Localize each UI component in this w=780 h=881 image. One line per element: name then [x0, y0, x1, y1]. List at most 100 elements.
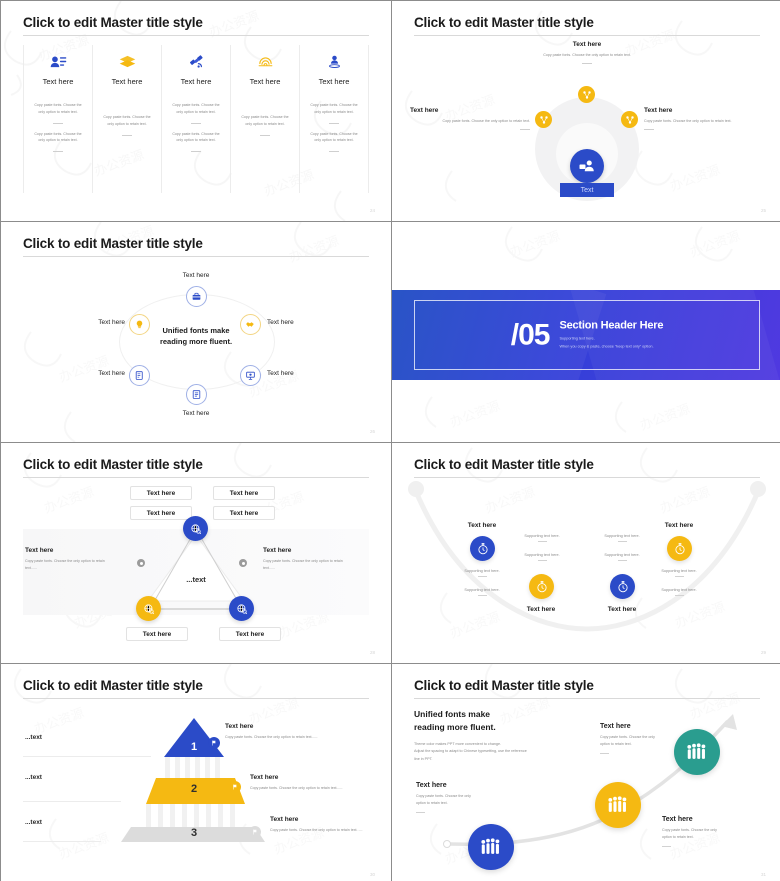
label-body: Copy paste fonts. Choose the only option… [644, 119, 732, 123]
chip-top-right-1[interactable]: Text here [213, 486, 275, 500]
block-body-1: Copy paste fonts. Choose the only [662, 828, 717, 832]
edit-document-icon[interactable] [129, 365, 150, 386]
triangle-node-bottom-right[interactable] [229, 596, 254, 621]
tier-badge-3[interactable] [249, 826, 261, 838]
wave-support-1b: Supporting text here. [446, 588, 518, 596]
tier-badge-1[interactable] [208, 737, 220, 749]
block-heading: Text here [600, 723, 631, 730]
column-item[interactable]: Text here Copy paste fonts. Choose the o… [230, 45, 299, 193]
lead-body-2: Adjust the spacing to adapt to Chinese t… [414, 749, 527, 754]
lead-body-3: line in PPT. [414, 757, 433, 762]
radial-node-right[interactable] [621, 111, 638, 128]
page-number: 30 [369, 872, 375, 877]
stopwatch-icon [617, 581, 628, 593]
tier-number-1: 1 [191, 741, 198, 753]
radial-label-top: Text here Copy paste fonts. Choose the o… [510, 41, 664, 65]
title-divider [414, 35, 760, 36]
connector-dot-left [137, 559, 145, 567]
column-heading: Text here [318, 77, 350, 86]
column-body: Copy paste fonts. Choose the only option… [34, 131, 82, 143]
flag-icon [233, 784, 237, 790]
pyramid-shape [121, 718, 265, 842]
network-share-icon [582, 90, 591, 99]
wave-node-3[interactable] [610, 574, 635, 599]
wave-node-4[interactable] [667, 536, 692, 561]
divider-dash [600, 752, 609, 754]
label-heading: Text here [644, 107, 673, 114]
tier-number-3: 3 [191, 827, 198, 839]
briefcase-icon[interactable] [186, 286, 207, 307]
lead-body-1: Theme color makes PPT more convenient to… [414, 741, 502, 746]
slide-thumbnail-grid: 办公资源 办公资源 办公资源 办公资源 Click to edit Master… [0, 0, 780, 881]
tier-heading: Text here [250, 774, 279, 781]
column-item[interactable]: Text here Copy paste fonts. Choose the o… [161, 45, 230, 193]
lead-line-1: Unified fonts make [414, 709, 491, 719]
radial-node-left[interactable] [535, 111, 552, 128]
divider-dash [53, 122, 63, 124]
column-heading: Text here [42, 77, 74, 86]
side-text-left: Text here Copy paste fonts. Choose the o… [25, 547, 117, 572]
page-number: 26 [369, 429, 375, 434]
presentation-board-icon[interactable] [240, 365, 261, 386]
triangle-node-apex[interactable] [183, 516, 208, 541]
stopwatch-icon [536, 581, 547, 593]
divider-dash [53, 151, 63, 153]
lead-text-block: Unified fonts make reading more fluent. … [414, 708, 574, 764]
people-group-icon [608, 796, 627, 812]
slide-thumbnail-radial[interactable]: 办公资源 办公资源 办公资源 Click to edit Master titl… [392, 1, 780, 221]
wave-node-2[interactable] [529, 574, 554, 599]
page-title: Click to edit Master title style [414, 457, 594, 472]
divider-dash [662, 845, 671, 847]
chip-bottom-left[interactable]: Text here [126, 627, 188, 641]
list-document-icon[interactable] [186, 384, 207, 405]
slide-thumbnail-pyramid[interactable]: 办公资源 办公资源 办公资源 办公资源 Click to edit Master… [1, 664, 391, 881]
tier-badge-2[interactable] [229, 781, 241, 793]
page-title: Click to edit Master title style [23, 15, 203, 30]
node-label-lower-right: Text here [267, 370, 294, 377]
chip-top-left-2[interactable]: Text here [130, 506, 192, 520]
section-number: /05 [510, 318, 551, 352]
triangle-node-bottom-left[interactable] [136, 596, 161, 621]
chip-top-right-2[interactable]: Text here [213, 506, 275, 520]
tier-text-1: Text here Copy paste fonts. Choose the o… [225, 723, 321, 741]
triangle-center-text: ...text [186, 575, 206, 584]
tier-left-label-1: ...text [25, 734, 42, 741]
section-header-band: /05 Section Header Here Supporting text … [392, 290, 780, 380]
arrow-node-low-left[interactable] [468, 824, 514, 870]
arrow-node-high-right[interactable] [674, 729, 720, 775]
arrow-node-mid[interactable] [595, 782, 641, 828]
chip-top-left-1[interactable]: Text here [130, 486, 192, 500]
tier-body: Copy paste fonts. Choose the only option… [270, 828, 363, 832]
tier-left-label-2: ...text [25, 774, 42, 781]
chip-bottom-right[interactable]: Text here [219, 627, 281, 641]
radial-node-top[interactable] [578, 86, 595, 103]
column-item[interactable]: Text here Copy paste fonts. Choose the o… [23, 45, 92, 193]
map-pin-person-icon [326, 51, 343, 71]
radial-center-node[interactable] [570, 149, 604, 183]
slide-thumbnail-wave[interactable]: 办公资源 办公资源 办公资源 办公资源 Click to edit Master… [392, 443, 780, 663]
page-number: 25 [760, 208, 766, 213]
slide-thumbnail-section-header[interactable]: 办公资源 办公资源 办公资源 办公资源 /05 Section Header H… [392, 222, 780, 442]
column-body: Copy paste fonts. Choose the only option… [172, 131, 220, 143]
column-heading: Text here [249, 77, 281, 86]
title-divider [23, 35, 369, 36]
tier-number-2: 2 [191, 783, 198, 795]
slide-thumbnail-rising-arrow[interactable]: 办公资源 办公资源 办公资源 办公资源 Click to edit Master… [392, 664, 780, 881]
block-body-2: option to retain text. [416, 800, 448, 805]
tier-heading: Text here [225, 723, 254, 730]
center-text-button[interactable]: Text [560, 183, 614, 197]
wave-label-1: Text here [467, 522, 497, 529]
slide-thumbnail-triangle[interactable]: 办公资源 办公资源 办公资源 办公资源 Click to edit Master… [1, 443, 391, 663]
flag-icon [253, 829, 257, 835]
people-group-icon [687, 743, 706, 759]
divider-dash [520, 129, 530, 131]
slide-thumbnail-ellipse[interactable]: 办公资源 办公资源 办公资源 办公资源 Click to edit Master… [1, 222, 391, 442]
slide-thumbnail-five-column[interactable]: 办公资源 办公资源 办公资源 办公资源 Click to edit Master… [1, 1, 391, 221]
column-body: Copy paste fonts. Choose the only option… [34, 103, 82, 114]
column-item[interactable]: Text here Copy paste fonts. Choose the o… [92, 45, 161, 193]
divider-dash [191, 151, 201, 153]
center-line-1: Unified fonts make [162, 326, 230, 335]
tier-text-2: Text here Copy paste fonts. Choose the o… [250, 774, 346, 792]
wave-node-1[interactable] [470, 536, 495, 561]
column-item[interactable]: Text here Copy paste fonts. Choose the o… [299, 45, 369, 193]
